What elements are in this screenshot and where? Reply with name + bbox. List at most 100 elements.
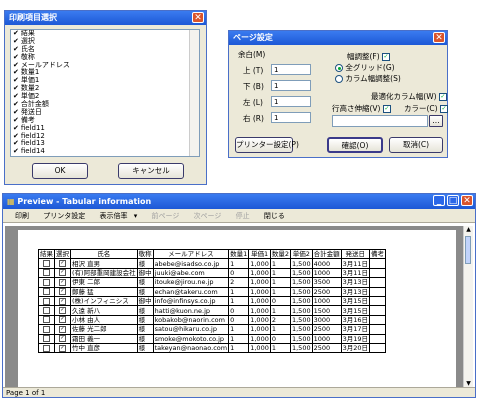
table-cell <box>369 258 387 269</box>
printer-settings-button[interactable]: プリンター設定(P) <box>235 137 299 153</box>
checkbox-icon[interactable]: ✔ <box>13 37 19 45</box>
table-cell: 0 <box>228 267 250 279</box>
scroll-thumb[interactable] <box>465 236 471 264</box>
cancel-button[interactable]: 取消(C) <box>389 137 443 153</box>
checkbox-icon[interactable]: ✔ <box>13 116 19 124</box>
checkbox-icon[interactable]: ✔ <box>13 108 19 116</box>
checkbox-icon <box>43 307 50 315</box>
close-icon[interactable]: ✕ <box>192 12 204 23</box>
print-button[interactable]: 印刷 <box>15 212 29 220</box>
close-icon[interactable]: ✕ <box>461 195 473 206</box>
checkbox-icon[interactable]: ✔ <box>13 53 19 61</box>
confirm-button[interactable]: 確認(O) <box>327 137 383 153</box>
checkbox-cell <box>38 295 55 307</box>
bottom-margin-label: 下 (B) <box>243 82 264 91</box>
column-width-radio[interactable]: カラム幅調整(S) <box>335 73 401 84</box>
scroll-down-icon[interactable]: ▼ <box>464 380 473 387</box>
browse-button[interactable]: ... <box>429 115 443 127</box>
best-fit-checkbox[interactable]: 最適化カラム幅(W) ✓ <box>371 91 447 102</box>
list-item[interactable]: ✔ 氏名 <box>11 45 199 54</box>
width-adjust-checkbox[interactable]: 幅調整(F) ✓ <box>347 51 391 62</box>
column-header: 単価1 <box>248 248 271 260</box>
table-row: ✓ (株)インフィニシス 御中 info@infinsys.co.jp 1 1,000 0 1… <box>38 295 387 307</box>
cancel-button[interactable]: キャンセル <box>118 163 184 179</box>
checkbox-icon <box>43 316 50 324</box>
checkbox-icon: ✓ <box>59 316 66 324</box>
right-margin-input[interactable]: 1 <box>271 112 311 123</box>
zoom-button[interactable]: 表示倍率 <box>99 212 127 220</box>
checkbox-icon[interactable]: ✔ <box>13 139 19 148</box>
left-margin-input[interactable]: 1 <box>271 96 311 107</box>
table-cell: 1,500 <box>289 324 313 335</box>
all-grid-radio[interactable]: 全グリッド(G) <box>335 62 395 73</box>
print-item-list[interactable]: ✔ 結果 ✔ 選択 ✔ 氏名 ✔ 敬称 ✔ メールアドレス ✔ 数量1 ✔ 単価1 ✔ 数量2 ✔ 単価2 ✔ 合計金… <box>10 29 200 157</box>
printer-settings-button[interactable]: プリンタ設定 <box>43 212 85 220</box>
table-cell: 様 <box>136 314 154 326</box>
checkbox-icon[interactable]: ✔ <box>13 132 19 140</box>
table-cell <box>369 277 387 288</box>
scroll-up-icon[interactable]: ▲ <box>464 226 473 233</box>
stop-button[interactable]: 停止 <box>236 212 250 220</box>
checkbox-icon <box>43 288 50 296</box>
table-cell: 小林 由人 <box>70 314 138 326</box>
checkbox-icon: ✓ <box>59 288 66 296</box>
checkbox-icon[interactable]: ✔ <box>13 30 19 37</box>
close-icon[interactable]: ✕ <box>433 32 445 43</box>
checkbox-icon: ✓ <box>439 105 448 113</box>
margin-label: 余白(M) <box>238 50 266 59</box>
checkbox-icon[interactable]: ✔ <box>13 155 19 156</box>
checkbox-icon[interactable]: ✔ <box>13 147 19 155</box>
preview-vscroll[interactable]: ▲ ▼ <box>463 226 473 387</box>
row-height-checkbox[interactable]: 行高さ伸縮(V) ✓ <box>332 103 391 114</box>
table-row: ✓ 竹中 直彦様 takeyan@naonao.com 1 1,000 1 1,500 250… <box>38 342 387 354</box>
checkbox-icon <box>43 297 50 305</box>
path-input[interactable] <box>332 115 428 127</box>
top-margin-label: 上 (T) <box>243 66 264 75</box>
checkbox-icon: ✓ <box>382 53 391 61</box>
table-cell: 1 <box>269 305 291 316</box>
prev-page-button[interactable]: 前ページ <box>151 212 179 220</box>
list-item[interactable]: ✔ 選択 <box>11 37 199 46</box>
close-button[interactable]: 閉じる <box>264 212 285 220</box>
table-cell: 1,000 <box>248 324 271 335</box>
top-margin-input[interactable]: 1 <box>271 64 311 75</box>
item-select-titlebar: 印刷項目選択 ✕ <box>5 11 206 25</box>
table-cell: 1 <box>269 342 291 354</box>
checkbox-icon[interactable]: ✔ <box>13 92 19 100</box>
checkbox-cell <box>38 324 55 335</box>
table-cell <box>369 333 387 344</box>
next-page-button[interactable]: 次ページ <box>194 212 222 220</box>
maximize-icon[interactable]: □ <box>447 195 459 206</box>
table-cell: 1,500 <box>289 314 313 326</box>
bottom-margin-input[interactable]: 1 <box>271 80 311 91</box>
table-cell: kobakob@naorin.com <box>152 314 230 326</box>
list-scrollbar[interactable] <box>189 30 199 156</box>
table-cell: 様 <box>136 324 154 335</box>
preview-icon: ▦ <box>7 197 15 206</box>
checkbox-cell: ✓ <box>54 277 71 288</box>
table-row: ✓ 小林 由人様 kobakob@naorin.com 0 1,000 2 1,500 300… <box>38 314 387 326</box>
color-checkbox[interactable]: カラー(C) ✓ <box>404 103 448 114</box>
table-row: ✓ 霜田 義一様 smoke@mokoto.co.jp 1 1,000 0 1,500 100… <box>38 333 387 344</box>
checkbox-icon[interactable]: ✔ <box>13 45 19 53</box>
ok-button[interactable]: OK <box>32 163 88 179</box>
list-item[interactable]: ✔field15 <box>13 155 45 156</box>
zoom-dropdown-icon[interactable]: ▾ <box>134 212 138 220</box>
data-table: 結果 選択 氏名 敬称 メールアドレス 数量1 単価1 数量2 単価2 合計金額 発送日 備考 ✓ 相沢 … <box>38 248 387 354</box>
preview-titlebar: ▦ Preview - Tabular information _ □ ✕ <box>3 194 475 209</box>
minimize-icon[interactable]: _ <box>433 195 445 206</box>
checkbox-icon <box>43 260 50 268</box>
checkbox-icon[interactable]: ✔ <box>13 124 19 132</box>
list-item[interactable]: ✔ 発送日 <box>11 108 199 117</box>
checkbox-icon[interactable]: ✔ <box>13 100 19 108</box>
table-cell: 3000 <box>311 314 342 326</box>
table-cell: 様 <box>136 333 154 344</box>
table-cell <box>369 324 387 335</box>
column-header: 敬称 <box>136 248 154 260</box>
table-cell: 1,500 <box>289 333 313 344</box>
table-row: ✓ 相沢 直男様 abebe@isadso.co.jp 1 1,000 1 1,500 400… <box>38 258 387 269</box>
table-cell: 1 <box>269 324 291 335</box>
item-select-title: 印刷項目選択 <box>9 13 57 22</box>
table-row: ✓ 鄭藤 猛様 echan@takeru.com 1 1,000 1 1,500 2500 3月… <box>38 286 387 297</box>
list-item[interactable]: ✔ 結果 <box>11 30 199 38</box>
